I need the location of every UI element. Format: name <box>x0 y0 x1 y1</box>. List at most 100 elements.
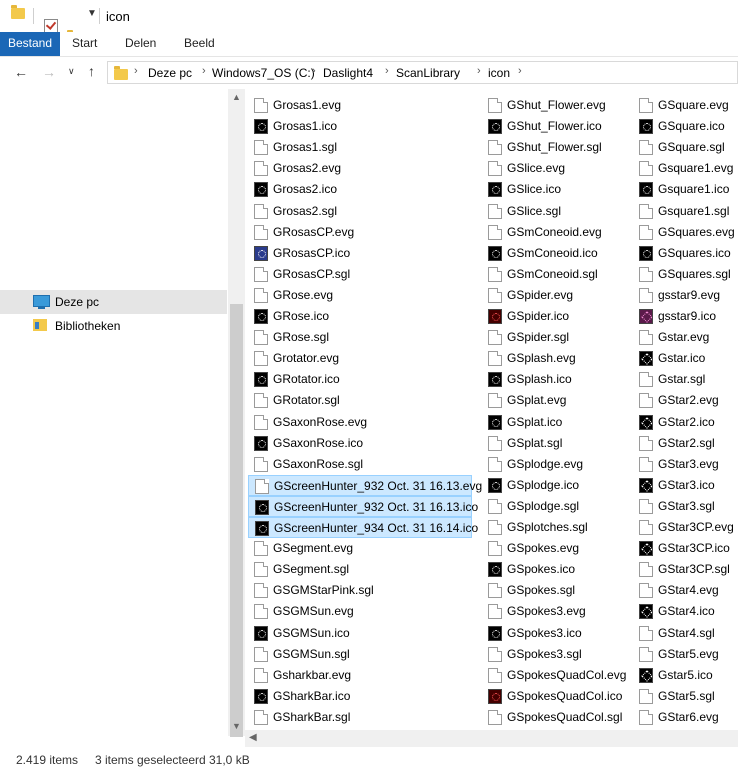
file-item[interactable]: GStar6.evg <box>633 707 738 728</box>
file-item[interactable]: GStar3CP.sgl <box>633 559 738 580</box>
file-item[interactable]: GSquare.sgl <box>633 137 738 158</box>
file-item[interactable]: GSplash.ico <box>482 369 622 390</box>
file-item[interactable]: GStar3CP.ico <box>633 538 738 559</box>
breadcrumb-windows7-os[interactable]: Windows7_OS (C:) <box>212 66 315 80</box>
file-item[interactable]: GSaxonRose.evg <box>248 412 472 433</box>
file-item[interactable]: GSlice.sgl <box>482 201 622 222</box>
file-item[interactable]: GStar2.evg <box>633 390 738 411</box>
file-item[interactable]: GSpider.sgl <box>482 327 622 348</box>
file-item[interactable]: GSmConeoid.ico <box>482 243 622 264</box>
file-item[interactable]: GStar5.evg <box>633 644 738 665</box>
file-item[interactable]: GShut_Flower.ico <box>482 116 622 137</box>
file-item[interactable]: GSquares.ico <box>633 243 738 264</box>
scrollbar-thumb[interactable] <box>230 304 243 737</box>
file-item[interactable]: GStar3CP.evg <box>633 517 738 538</box>
properties-icon[interactable] <box>44 19 58 33</box>
file-item[interactable]: GSlice.ico <box>482 179 622 200</box>
file-item[interactable]: GRose.evg <box>248 285 472 306</box>
file-item[interactable]: Gstar.sgl <box>633 369 738 390</box>
tab-beeld[interactable]: Beeld <box>184 32 215 56</box>
file-item[interactable]: GSegment.sgl <box>248 559 472 580</box>
file-item[interactable]: GSpokes3.ico <box>482 623 622 644</box>
file-item[interactable]: gsstar9.evg <box>633 285 738 306</box>
back-arrow-icon[interactable]: ← <box>14 64 28 80</box>
file-item[interactable]: GSpokes3.evg <box>482 601 622 622</box>
file-item[interactable]: GShut_Flower.evg <box>482 95 622 116</box>
file-item[interactable]: GStar3.sgl <box>633 496 738 517</box>
nav-item-bibliotheken[interactable]: Bibliotheken <box>0 314 227 338</box>
file-item[interactable]: GStar4.sgl <box>633 623 738 644</box>
file-item[interactable]: GSplodge.ico <box>482 475 622 496</box>
file-item[interactable]: GStar3.ico <box>633 475 738 496</box>
file-item[interactable]: GSaxonRose.ico <box>248 433 472 454</box>
file-item[interactable]: GSegment.evg <box>248 538 472 559</box>
file-item[interactable]: Grosas1.evg <box>248 95 472 116</box>
breadcrumb-daslight4[interactable]: Daslight4 <box>323 66 373 80</box>
file-item[interactable]: Gsquare1.evg <box>633 158 738 179</box>
file-list-horizontal-scrollbar[interactable]: ◀ <box>245 730 738 747</box>
chevron-right-icon[interactable]: › <box>477 65 481 77</box>
customize-toolbar-chevron-down-icon[interactable]: ▼ <box>87 8 97 19</box>
file-item[interactable]: GSaxonRose.sgl <box>248 454 472 475</box>
file-item[interactable]: GRotator.sgl <box>248 390 472 411</box>
file-item[interactable]: GRosasCP.ico <box>248 243 472 264</box>
file-item[interactable]: GStar2.sgl <box>633 433 738 454</box>
file-item[interactable]: GSpokesQuadCol.evg <box>482 665 626 686</box>
file-item[interactable]: GRotator.ico <box>248 369 472 390</box>
file-item[interactable]: GSpokes.evg <box>482 538 622 559</box>
file-item[interactable]: Gstar.evg <box>633 327 738 348</box>
chevron-right-icon[interactable]: › <box>134 65 138 77</box>
file-item[interactable]: GSharkBar.ico <box>248 686 472 707</box>
scroll-down-icon[interactable]: ▼ <box>232 721 241 731</box>
breadcrumb-deze-pc[interactable]: Deze pc <box>148 66 192 80</box>
file-item[interactable]: Grosas2.ico <box>248 179 472 200</box>
file-item[interactable]: GSquare.ico <box>633 116 738 137</box>
file-item[interactable]: GSquares.sgl <box>633 264 738 285</box>
tab-delen[interactable]: Delen <box>125 32 156 56</box>
file-item[interactable]: Gsquare1.ico <box>633 179 738 200</box>
file-item[interactable]: Gsharkbar.evg <box>248 665 472 686</box>
file-item[interactable]: GSGMStarPink.sgl <box>248 580 472 601</box>
file-item[interactable]: GSplodge.sgl <box>482 496 622 517</box>
file-item[interactable]: GScreenHunter_932 Oct. 31 16.13.ico <box>248 495 478 517</box>
file-item[interactable]: GSpokes.ico <box>482 559 622 580</box>
file-item[interactable]: GStar4.evg <box>633 580 738 601</box>
up-arrow-icon[interactable]: ↑ <box>88 63 95 79</box>
file-item[interactable]: GSpokes3.sgl <box>482 644 622 665</box>
file-item[interactable]: GSplat.evg <box>482 390 622 411</box>
file-item[interactable]: gsstar9.ico <box>633 306 738 327</box>
file-item[interactable]: Gsquare1.sgl <box>633 201 738 222</box>
file-item[interactable]: Grotator.evg <box>248 348 472 369</box>
file-item[interactable]: GRosasCP.evg <box>248 222 472 243</box>
file-item[interactable]: GSpider.evg <box>482 285 622 306</box>
file-item[interactable]: GSGMSun.evg <box>248 601 472 622</box>
file-item[interactable]: Grosas1.ico <box>248 116 472 137</box>
file-item[interactable]: Gstar.ico <box>633 348 738 369</box>
breadcrumb-icon[interactable]: icon <box>488 66 510 80</box>
file-item[interactable]: GSpokesQuadCol.sgl <box>482 707 622 728</box>
file-item[interactable]: Grosas2.evg <box>248 158 472 179</box>
file-item[interactable]: GSplat.sgl <box>482 433 622 454</box>
tab-bestand[interactable]: Bestand <box>0 32 60 56</box>
file-item[interactable]: GSquares.evg <box>633 222 738 243</box>
chevron-right-icon[interactable]: › <box>312 65 316 77</box>
file-item[interactable]: GSharkBar.sgl <box>248 707 472 728</box>
breadcrumb-scanlibrary[interactable]: ScanLibrary <box>396 66 460 80</box>
forward-arrow-icon[interactable]: → <box>42 64 56 80</box>
file-item[interactable]: GRose.sgl <box>248 327 472 348</box>
file-item[interactable]: GStar2.ico <box>633 412 738 433</box>
file-item[interactable]: GSpider.ico <box>482 306 622 327</box>
file-item[interactable]: GRosasCP.sgl <box>248 264 472 285</box>
file-item[interactable]: GRose.ico <box>248 306 472 327</box>
file-item[interactable]: GSplotches.sgl <box>482 517 622 538</box>
file-item[interactable]: Grosas2.sgl <box>248 201 472 222</box>
file-item[interactable]: Grosas1.sgl <box>248 137 472 158</box>
file-item[interactable]: GSpokes.sgl <box>482 580 622 601</box>
chevron-right-icon[interactable]: › <box>202 65 206 77</box>
file-item[interactable]: GStar5.sgl <box>633 686 738 707</box>
file-item[interactable]: GSplash.evg <box>482 348 622 369</box>
recent-locations-chevron-icon[interactable]: ∨ <box>68 66 75 77</box>
chevron-right-icon[interactable]: › <box>385 65 389 77</box>
file-item[interactable]: GSlice.evg <box>482 158 622 179</box>
file-item[interactable]: GSmConeoid.evg <box>482 222 622 243</box>
